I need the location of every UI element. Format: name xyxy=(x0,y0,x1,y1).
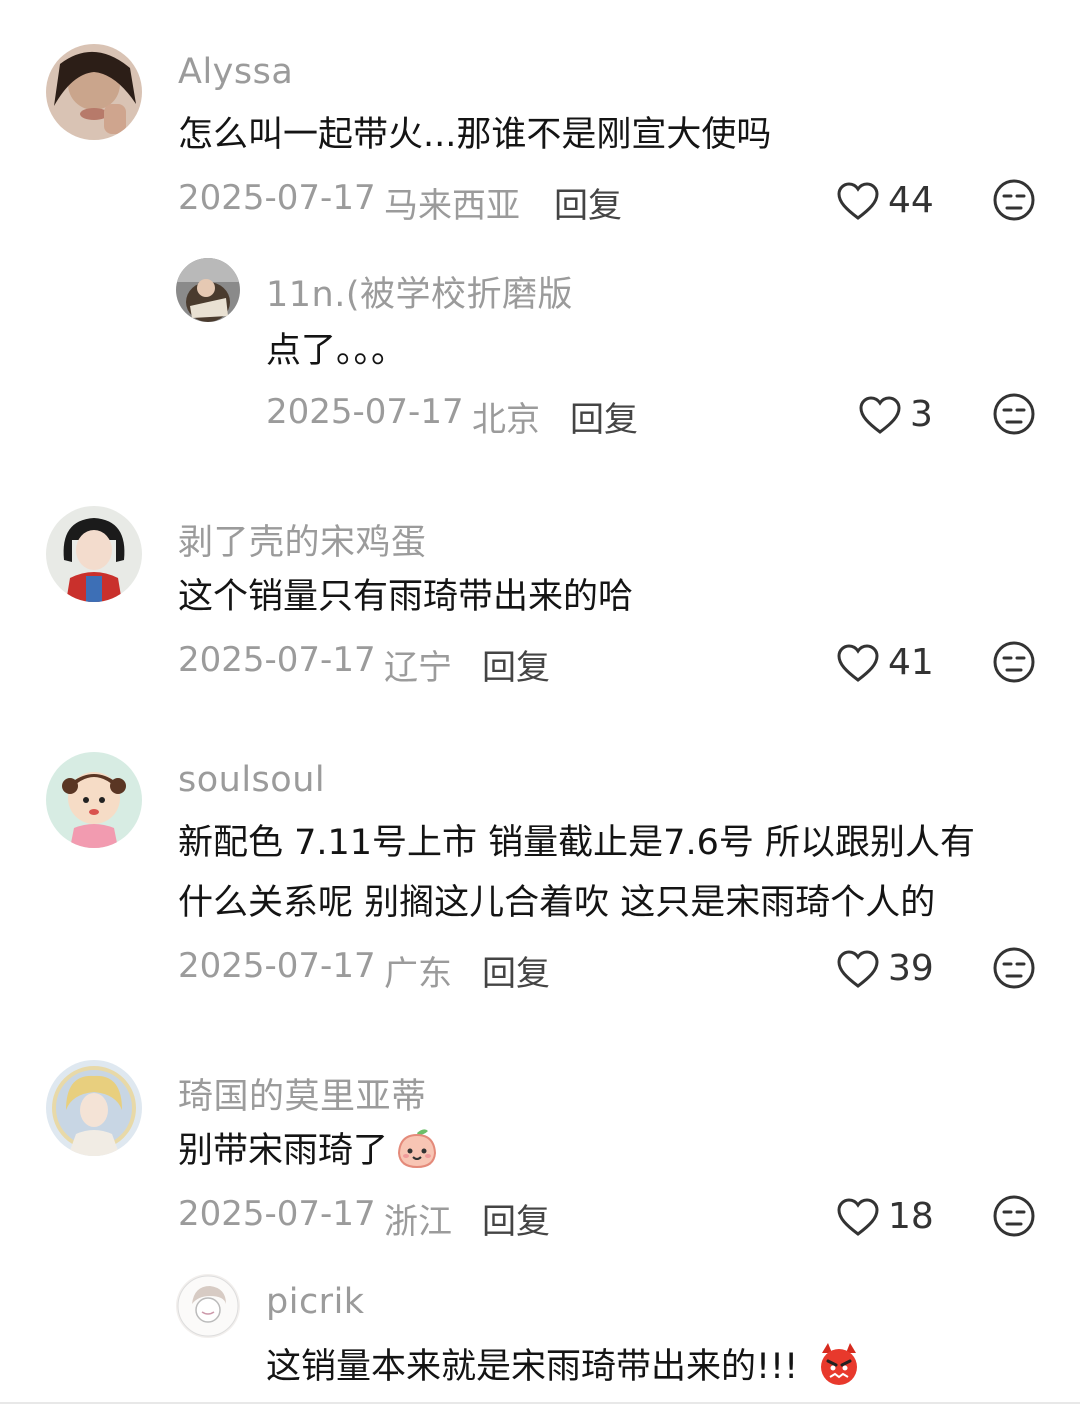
comment-date: 2025-07-17 xyxy=(178,640,376,680)
like-button[interactable]: 3 xyxy=(858,394,933,435)
reply-button[interactable]: 回复 xyxy=(570,392,638,441)
comment-date: 2025-07-17 xyxy=(178,1194,376,1234)
comment-date: 2025-07-17 xyxy=(178,946,376,986)
like-count: 3 xyxy=(910,394,933,435)
username[interactable]: Alyssa xyxy=(178,52,293,92)
comment-location: 广东 xyxy=(384,954,452,994)
heart-icon xyxy=(837,1197,879,1236)
comment-text: 什么关系呢 别搁这儿合着吹 这只是宋雨琦个人的 xyxy=(178,883,936,923)
heart-icon xyxy=(837,643,879,682)
dislike-button[interactable] xyxy=(992,640,1036,684)
like-count: 41 xyxy=(888,642,934,683)
comment-text: 别带宋雨琦了 xyxy=(178,1120,440,1182)
avatar[interactable] xyxy=(176,258,240,322)
like-button[interactable]: 44 xyxy=(836,180,934,221)
avatar[interactable] xyxy=(46,44,142,140)
username[interactable]: 剥了壳的宋鸡蛋 xyxy=(178,514,427,565)
comment-date: 2025-07-17 xyxy=(178,178,376,218)
peach-smile-emoji xyxy=(394,1125,440,1171)
avatar[interactable] xyxy=(46,1060,142,1156)
reply-button[interactable]: 回复 xyxy=(554,178,622,227)
heart-icon xyxy=(859,395,901,434)
avatar[interactable] xyxy=(176,1274,240,1338)
unamused-face-icon xyxy=(993,641,1035,683)
reply-button[interactable]: 回复 xyxy=(482,946,550,995)
comment-location: 辽宁 xyxy=(384,648,452,688)
unamused-face-icon xyxy=(993,393,1035,435)
username[interactable]: soulsoul xyxy=(178,760,325,800)
username[interactable]: picrik xyxy=(266,1282,365,1322)
unamused-face-icon xyxy=(993,179,1035,221)
username[interactable]: 琦国的莫里亚蒂 xyxy=(178,1068,427,1119)
comment-text: 点了。。。 xyxy=(266,331,407,371)
dislike-button[interactable] xyxy=(992,392,1036,436)
comment-text: 新配色 7.11号上市 销量截止是7.6号 所以跟别人有 xyxy=(178,823,975,863)
like-button[interactable]: 18 xyxy=(836,1196,934,1237)
comment-text-content: 这销量本来就是宋雨琦带出来的!!! xyxy=(266,1347,799,1387)
comment-location: 北京 xyxy=(472,400,540,440)
unamused-face-icon xyxy=(993,947,1035,989)
comment-location: 马来西亚 xyxy=(384,186,520,226)
like-button[interactable]: 39 xyxy=(836,948,934,989)
dislike-button[interactable] xyxy=(992,1194,1036,1238)
like-count: 39 xyxy=(888,948,934,989)
comment-text-content: 别带宋雨琦了 xyxy=(178,1131,389,1171)
divider xyxy=(0,1402,1080,1404)
like-count: 44 xyxy=(888,180,934,221)
like-count: 18 xyxy=(888,1196,934,1237)
comment-date: 2025-07-17 xyxy=(266,392,464,432)
avatar[interactable] xyxy=(46,506,142,602)
like-button[interactable]: 41 xyxy=(836,642,934,683)
angry-face-emoji xyxy=(816,1341,862,1387)
comment-location: 浙江 xyxy=(384,1202,452,1242)
dislike-button[interactable] xyxy=(992,946,1036,990)
comment-text: 这销量本来就是宋雨琦带出来的!!! xyxy=(266,1336,862,1398)
username[interactable]: 11n.(被学校折磨版 xyxy=(266,266,573,317)
comment-text: 怎么叫一起带火...那谁不是刚宣大使吗 xyxy=(178,115,772,155)
reply-button[interactable]: 回复 xyxy=(482,1194,550,1243)
comment-text: 这个销量只有雨琦带出来的哈 xyxy=(178,577,634,617)
heart-icon xyxy=(837,181,879,220)
heart-icon xyxy=(837,949,879,988)
unamused-face-icon xyxy=(993,1195,1035,1237)
avatar[interactable] xyxy=(46,752,142,848)
reply-button[interactable]: 回复 xyxy=(482,640,550,689)
dislike-button[interactable] xyxy=(992,178,1036,222)
